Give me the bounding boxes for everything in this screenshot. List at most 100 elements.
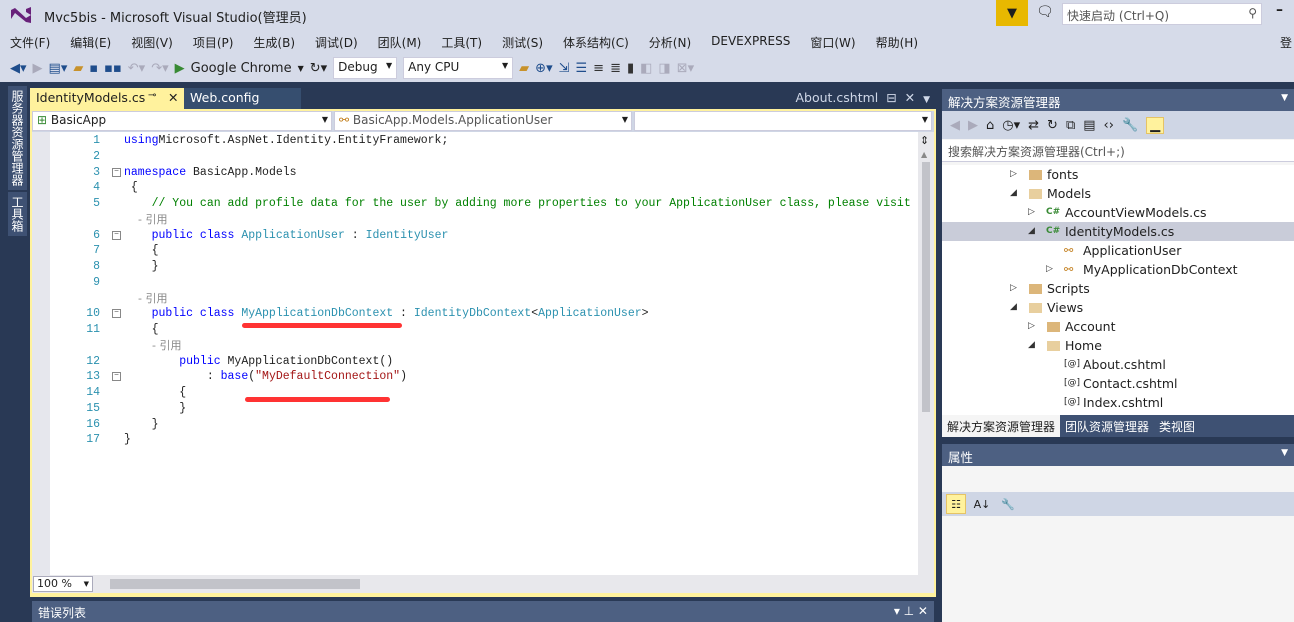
menu-item[interactable]: 工具(T) (431, 32, 492, 52)
feedback-icon[interactable]: 🗨 (1036, 4, 1054, 20)
expanded-arrow-icon[interactable]: ◢ (1010, 298, 1017, 317)
save-all-icon[interactable]: ▪▪ (104, 61, 122, 76)
preview-selected-icon[interactable]: ▁ (1146, 116, 1165, 134)
dropdown-icon[interactable]: ▼ (1281, 448, 1288, 458)
tab-team-explorer[interactable]: 团队资源管理器 (1060, 415, 1154, 437)
tab-identitymodels[interactable]: IdentityModels.cs ⊸ ✕ (30, 88, 184, 109)
menu-item[interactable]: 体系结构(C) (553, 32, 639, 52)
keep-open-icon[interactable]: ⊟ (886, 90, 896, 105)
bookmark-icon[interactable]: ▮ (627, 61, 634, 76)
refresh-icon[interactable]: ↻▾ (310, 61, 327, 76)
prev-bookmark-icon[interactable]: ◧ (640, 61, 652, 76)
sync-icon[interactable]: ⇄ (1028, 118, 1039, 133)
home-icon[interactable]: ⌂ (986, 118, 994, 133)
uncomment-icon[interactable]: ≣ (610, 61, 621, 76)
collapse-all-icon[interactable]: ⧉ (1066, 118, 1075, 133)
menu-item[interactable]: 测试(S) (492, 32, 553, 52)
categorized-icon[interactable]: ☷ (946, 494, 966, 514)
codelens-text[interactable]: - 引用 (124, 338, 181, 354)
menu-item[interactable]: 团队(M) (368, 32, 432, 52)
member-dropdown[interactable]: ▼ (634, 111, 932, 131)
clear-bookmarks-icon[interactable]: ⊠▾ (677, 61, 694, 76)
pin-icon[interactable]: ⊸ (148, 90, 156, 101)
forward-icon[interactable]: ▶ (33, 61, 43, 76)
browser-link-icon[interactable]: ⊕▾ (535, 61, 552, 76)
back-icon[interactable]: ◀▾ (10, 61, 27, 76)
tab-web-config[interactable]: Web.config (184, 88, 301, 109)
tree-item[interactable]: ▷ C# AccountViewModels.cs (942, 203, 1294, 222)
sort-alphabetical-icon[interactable]: A↓ (972, 494, 992, 514)
back-icon[interactable]: ◀ (950, 118, 960, 133)
close-icon[interactable]: ✕ (905, 90, 915, 105)
configuration-select[interactable]: Debug ▼ (333, 57, 398, 79)
platform-select[interactable]: Any CPU ▼ (403, 57, 514, 79)
notification-flag-button[interactable]: ▼ (996, 0, 1028, 26)
collapsed-arrow-icon[interactable]: ▷ (1010, 165, 1017, 184)
menu-item[interactable]: 帮助(H) (866, 32, 928, 52)
tree-item[interactable]: [@] Contact.cshtml (942, 374, 1294, 393)
menu-item[interactable]: 分析(N) (639, 32, 701, 52)
tree-item[interactable]: ◢ Models (942, 184, 1294, 203)
tab-solution-explorer[interactable]: 解决方案资源管理器 (942, 415, 1061, 437)
indent-icon[interactable]: ☰ (576, 61, 588, 76)
codelens-text[interactable]: - 引用 (124, 291, 167, 307)
collapse-toggle-icon[interactable]: − (112, 309, 121, 319)
menu-item[interactable]: 窗口(W) (800, 32, 865, 52)
tree-item[interactable]: ▷ fonts (942, 165, 1294, 184)
code-area[interactable]: 1 usingMicrosoft.AspNet.Identity.EntityFr… (50, 132, 918, 575)
tree-item[interactable]: ◢ C# IdentityModels.cs (942, 222, 1294, 241)
tab-dropdown-icon[interactable]: ▼ (923, 95, 930, 105)
collapsed-arrow-icon[interactable]: ▷ (1028, 317, 1035, 336)
properties-icon[interactable]: 🔧 (1122, 118, 1138, 133)
next-bookmark-icon[interactable]: ◨ (658, 61, 670, 76)
tree-item[interactable]: ▷ Scripts (942, 279, 1294, 298)
menu-item[interactable]: 视图(V) (121, 32, 183, 52)
minimize-button[interactable]: – (1276, 2, 1283, 18)
tab-about-preview[interactable]: About.cshtml ⊟ ✕ ▼ (789, 88, 936, 109)
collapse-toggle-icon[interactable]: − (112, 230, 121, 240)
start-icon[interactable]: ▶ (175, 61, 185, 76)
collapse-toggle-icon[interactable]: − (112, 372, 121, 382)
menu-item[interactable]: 编辑(E) (60, 32, 121, 52)
refresh-icon[interactable]: ↻ (1047, 118, 1058, 133)
vertical-scrollbar[interactable]: ⇕ ▲ (918, 132, 934, 575)
collapse-toggle-icon[interactable]: − (112, 167, 121, 177)
quick-launch-input[interactable]: 快速启动 (Ctrl+Q) ⚲ (1062, 3, 1262, 25)
tree-item[interactable]: [@] About.cshtml (942, 355, 1294, 374)
zoom-select[interactable]: 100 % ▼ (33, 576, 93, 592)
tree-item[interactable]: ◢ Home (942, 336, 1294, 355)
login-link[interactable]: 登 (1280, 34, 1292, 51)
redo-icon[interactable]: ↷▾ (151, 61, 168, 76)
tree-item[interactable]: ⚯ ApplicationUser (942, 241, 1294, 260)
save-icon[interactable]: ▪ (89, 61, 98, 76)
close-icon[interactable]: ✕ (168, 90, 178, 105)
collapsed-arrow-icon[interactable]: ▷ (1010, 279, 1017, 298)
menu-item[interactable]: 项目(P) (183, 32, 244, 52)
tree-item[interactable]: ▷ ⚯ MyApplicationDbContext (942, 260, 1294, 279)
step-icon[interactable]: ⇲ (559, 61, 570, 76)
pending-changes-icon[interactable]: ◷▾ (1002, 118, 1020, 133)
split-icon[interactable]: ⇕ (920, 134, 929, 147)
view-code-icon[interactable]: ‹› (1104, 118, 1114, 133)
scroll-up-icon[interactable]: ▲ (921, 150, 927, 159)
new-project-icon[interactable]: ▤▾ (49, 61, 68, 76)
expanded-arrow-icon[interactable]: ◢ (1028, 336, 1035, 355)
expanded-arrow-icon[interactable]: ◢ (1028, 222, 1035, 241)
show-all-files-icon[interactable]: ▤ (1083, 118, 1095, 133)
tree-item[interactable]: ◢ Views (942, 298, 1294, 317)
find-in-files-icon[interactable]: ▰ (519, 61, 529, 76)
collapsed-arrow-icon[interactable]: ▷ (1028, 203, 1035, 222)
undo-icon[interactable]: ↶▾ (128, 61, 145, 76)
code-editor[interactable]: 1 usingMicrosoft.AspNet.Identity.EntityFr… (32, 132, 934, 575)
scrollbar-thumb[interactable] (922, 162, 930, 412)
menu-item[interactable]: 生成(B) (243, 32, 305, 52)
type-dropdown[interactable]: ⚯ BasicApp.Models.ApplicationUser ▼ (334, 111, 632, 131)
collapsed-arrow-icon[interactable]: ▷ (1046, 260, 1053, 279)
project-dropdown[interactable]: ⊞ BasicApp ▼ (32, 111, 332, 131)
menu-item[interactable]: 调试(D) (305, 32, 368, 52)
tree-item[interactable]: ▷ Account (942, 317, 1294, 336)
error-list-panel[interactable]: 错误列表 ▾ ⊥ ✕ (32, 601, 934, 622)
server-explorer-tab[interactable]: 服务器资源管理器 (8, 86, 27, 190)
menu-item[interactable]: 文件(F) (0, 32, 60, 52)
panel-controls-icon[interactable]: ▾ ⊥ ✕ (894, 604, 928, 618)
